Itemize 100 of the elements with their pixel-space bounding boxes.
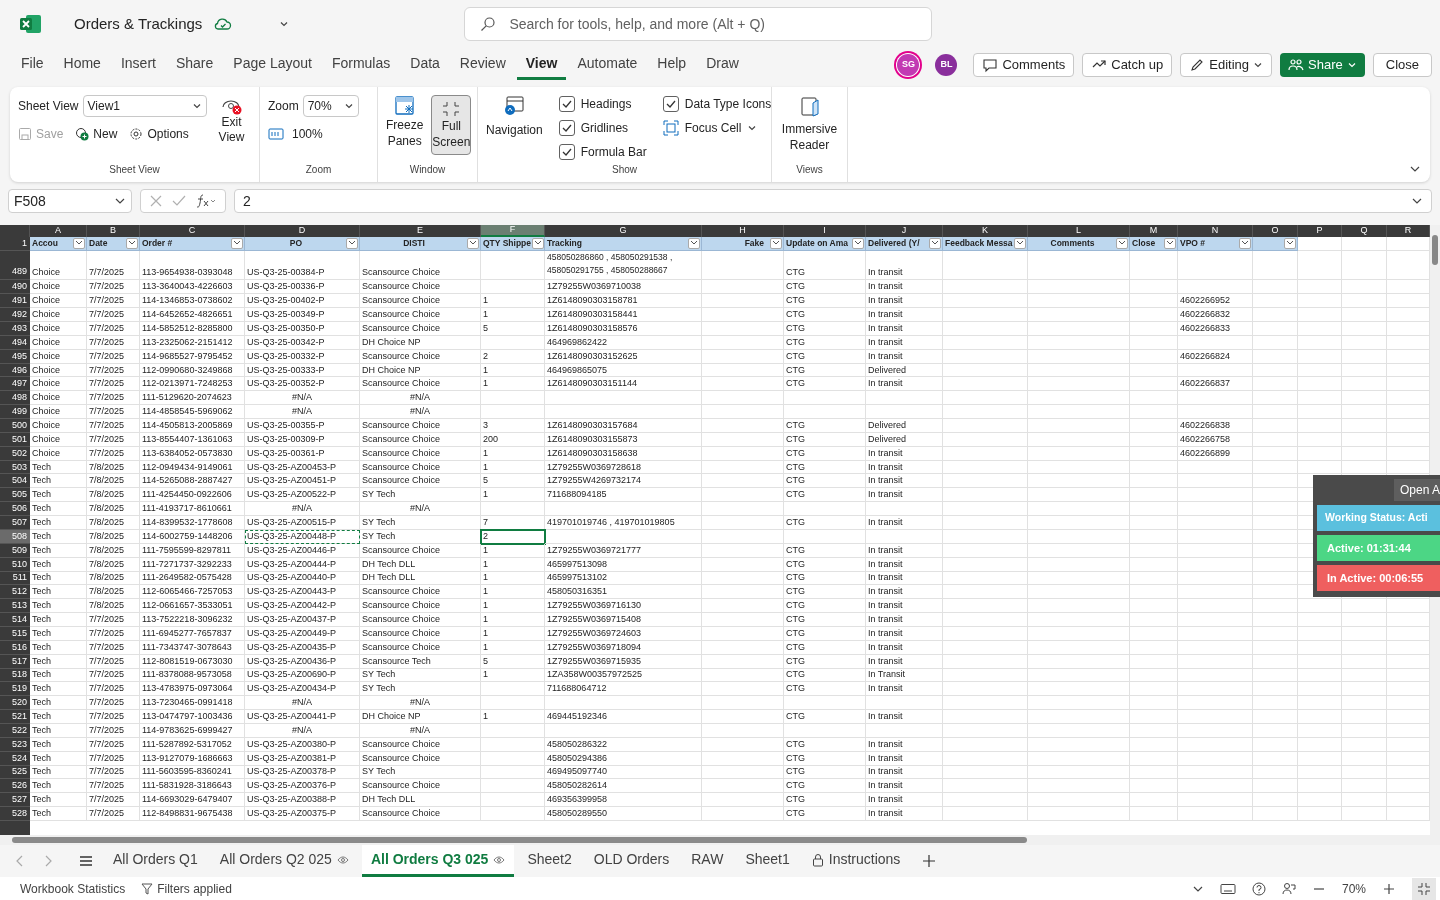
- table-cell: Tech: [30, 710, 87, 724]
- table-cell: US-Q3-25-AZ00453-P: [245, 460, 360, 475]
- table-cell: 2: [481, 529, 545, 544]
- table-cell: US-Q3-25-AZ00442-P: [245, 599, 360, 614]
- table-cell: 1Z6148090303158576: [545, 322, 702, 336]
- table-cell: CTG: [784, 280, 866, 295]
- table-cell: Choice: [30, 322, 87, 336]
- table-cell: 114-6693029-6479407: [140, 793, 245, 808]
- field-label: Zoom: [268, 98, 299, 115]
- table-cell: In transit: [866, 349, 943, 364]
- table-cell: CTG: [784, 557, 866, 572]
- table-cell: 7/8/2025: [87, 502, 140, 517]
- table-cell: 114-6002759-1448206: [140, 529, 245, 544]
- checkbox-label: Gridlines: [580, 120, 629, 137]
- table-cell: 111-5287892-5317052: [140, 737, 245, 752]
- table-cell: 111-5603595-8360241: [140, 765, 245, 780]
- table-cell: CTG: [784, 294, 866, 309]
- table-cell: In transit: [866, 250, 943, 281]
- table-cell: 7: [481, 516, 545, 530]
- table-cell: 4602266833: [1178, 322, 1253, 336]
- table-cell: CTG: [784, 613, 866, 627]
- table-cell: DH Tech DLL: [360, 793, 481, 808]
- table-cell: US-Q3-25-AZ00437-P: [245, 613, 360, 627]
- column-title: Delivered (Y/: [868, 239, 920, 248]
- table-cell: 7/7/2025: [87, 793, 140, 808]
- table-cell: In transit: [866, 626, 943, 641]
- table-cell: CTG: [784, 640, 866, 655]
- table-cell: 7/8/2025: [87, 516, 140, 530]
- table-cell: In transit: [866, 751, 943, 766]
- table-cell: In transit: [866, 474, 943, 489]
- table-cell: Scansource Choice: [360, 349, 481, 364]
- table-cell: In transit: [866, 460, 943, 475]
- table-cell: Scansource Choice: [360, 308, 481, 323]
- table-cell: 111-4193717-8610661: [140, 502, 245, 517]
- table-cell: 1: [481, 294, 545, 309]
- table-cell: In transit: [866, 793, 943, 808]
- table-cell: 4602266832: [1178, 308, 1253, 323]
- table-cell: CTG: [784, 308, 866, 323]
- table-cell: Tech: [30, 723, 87, 738]
- table-cell: 113-4783975-0973064: [140, 682, 245, 697]
- table-cell: Choice: [30, 335, 87, 350]
- table-cell: US-Q3-25-00309-P: [245, 432, 360, 447]
- table-cell: Delivered: [866, 432, 943, 447]
- table-cell: Tech: [30, 502, 87, 517]
- table-cell: 114-6452652-4826651: [140, 308, 245, 323]
- table-cell: DH Choice NP: [360, 335, 481, 350]
- table-cell: Tech: [30, 793, 87, 808]
- table-cell: 7/8/2025: [87, 488, 140, 503]
- table-cell: US-Q3-25-AZ00378-P: [245, 765, 360, 780]
- table-cell: Scansource Choice: [360, 543, 481, 558]
- table-cell: CTG: [784, 599, 866, 614]
- filter-status: Filters applied: [157, 881, 232, 898]
- table-cell: 111-7343747-3078643: [140, 640, 245, 655]
- table-cell: Choice: [30, 391, 87, 406]
- inactive-time: In Active: 00:06:55: [1317, 565, 1440, 591]
- table-cell: 112-8081519-0673030: [140, 654, 245, 669]
- table-cell: CTG: [784, 322, 866, 336]
- table-cell: In transit: [866, 294, 943, 309]
- table-cell: Choice: [30, 280, 87, 295]
- table-cell: #N/A: [360, 391, 481, 406]
- table-cell: 113-2325062-2151412: [140, 335, 245, 350]
- table-cell: 111-7595599-8297811: [140, 543, 245, 558]
- table-cell: CTG: [784, 543, 866, 558]
- table-cell: CTG: [784, 585, 866, 600]
- table-cell: 111-5129620-2074623: [140, 391, 245, 406]
- table-cell: Scansource Choice: [360, 807, 481, 821]
- table-cell: 458050286860 , 458050291538 , 458050291755 , 458050288667: [545, 250, 702, 281]
- table-cell: #N/A: [360, 696, 481, 711]
- table-cell: 4602266899: [1178, 446, 1253, 461]
- table-cell: 469495097740: [545, 765, 702, 780]
- table-cell: US-Q3-25-00402-P: [245, 294, 360, 309]
- column-title: Feedback Messa: [945, 239, 1013, 248]
- table-cell: In transit: [866, 322, 943, 336]
- table-cell: US-Q3-25-00355-P: [245, 419, 360, 433]
- table-cell: Scansource Choice: [360, 377, 481, 392]
- group-caption: Show: [611, 163, 638, 177]
- table-cell: In transit: [866, 543, 943, 558]
- table-cell: CTG: [784, 751, 866, 766]
- table-cell: Scansource Choice: [360, 432, 481, 447]
- table-cell: CTG: [784, 779, 866, 794]
- table-cell: US-Q3-25-AZ00522-P: [245, 488, 360, 503]
- table-cell: 1: [481, 668, 545, 683]
- table-cell: Tech: [30, 529, 87, 544]
- table-cell: 113-8554407-1361063: [140, 432, 245, 447]
- group-caption: Window: [408, 163, 447, 177]
- table-cell: Choice: [30, 432, 87, 447]
- table-cell: US-Q3-25-AZ00376-P: [245, 779, 360, 794]
- table-cell: 113-6384052-0573830: [140, 446, 245, 461]
- table-cell: 111-7271737-3292233: [140, 557, 245, 572]
- table-cell: 1: [481, 585, 545, 600]
- table-cell: 1Z6148090303158781: [545, 294, 702, 309]
- table-cell: 7/7/2025: [87, 613, 140, 627]
- group-caption: Views: [795, 163, 824, 177]
- table-cell: 464969862422: [545, 335, 702, 350]
- table-cell: US-Q3-25-AZ00440-P: [245, 571, 360, 586]
- checkbox-label: Headings: [580, 96, 632, 113]
- table-cell: 4602266838: [1178, 419, 1253, 433]
- table-cell: 114-5852512-8285800: [140, 322, 245, 336]
- field-label: Sheet View: [18, 98, 79, 115]
- table-cell: 458050316351: [545, 585, 702, 600]
